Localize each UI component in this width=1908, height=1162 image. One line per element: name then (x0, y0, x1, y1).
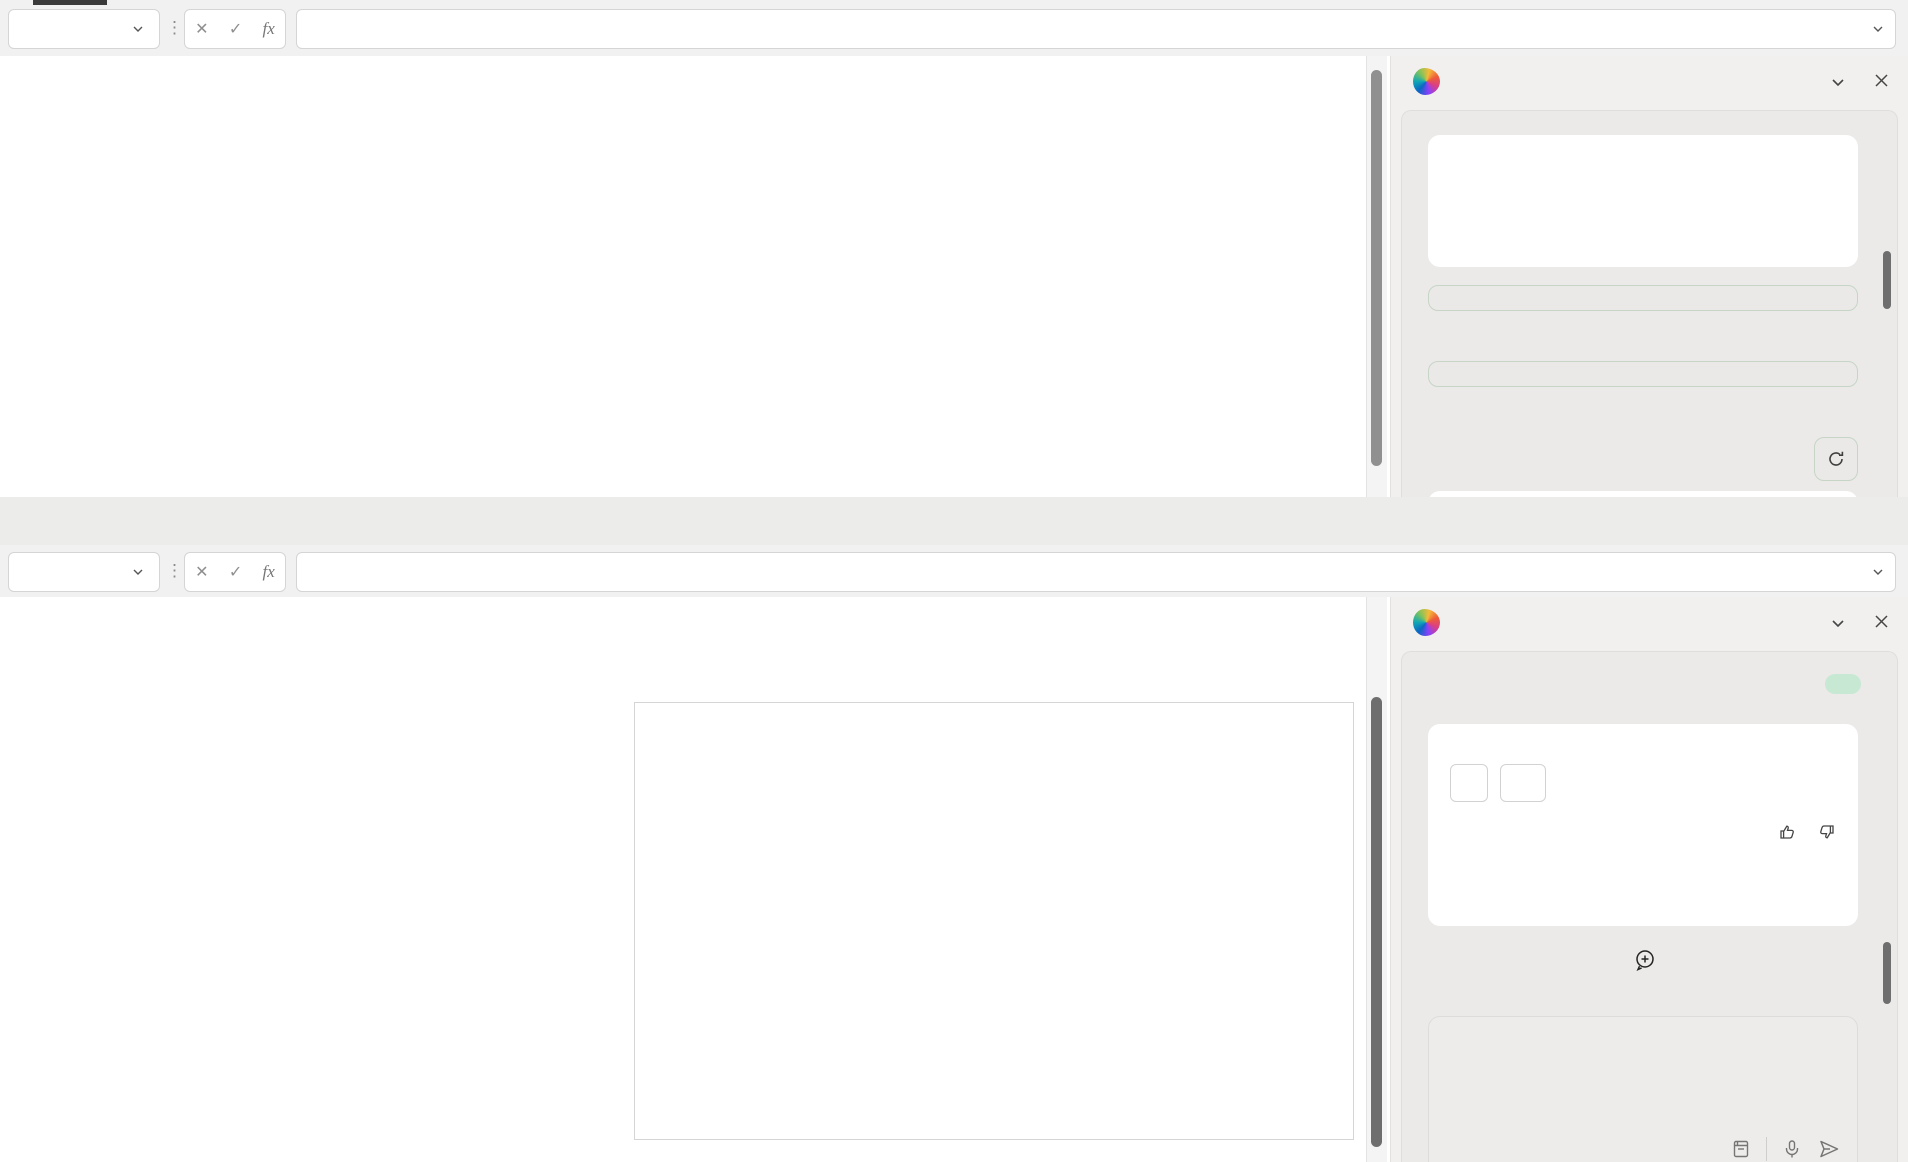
drag-handle-icon: ⋮ (166, 9, 183, 47)
drag-handle-icon: ⋮ (166, 552, 183, 590)
panel-scrollbar-thumb[interactable] (1883, 942, 1891, 1004)
ribbon-remnant (33, 0, 107, 5)
pivot-chart[interactable] (634, 702, 1354, 1140)
copilot-logo-icon (1413, 68, 1440, 95)
copilot-chat-surface-top (1401, 110, 1898, 497)
change-topic-button[interactable] (1402, 948, 1897, 972)
name-box-bottom-input[interactable] (21, 563, 129, 582)
excel-split-view-with-copilot: ⋮ ✕ ✓ fx (0, 0, 1908, 1162)
formula-bar-top: ⋮ ✕ ✓ fx (0, 0, 1908, 56)
expand-formula-bar-icon[interactable] (1871, 565, 1885, 579)
confirm-icon[interactable]: ✓ (229, 19, 242, 39)
confirm-icon[interactable]: ✓ (229, 562, 242, 582)
top-sheet-grid (0, 56, 1390, 497)
send-icon[interactable] (1817, 1137, 1841, 1161)
copilot-logo-icon (1413, 609, 1440, 636)
suggestion-chip-2[interactable] (1428, 361, 1858, 387)
cancel-icon[interactable]: ✕ (195, 562, 208, 582)
vertical-scrollbar-top[interactable] (1366, 56, 1387, 497)
collapse-panel-icon[interactable] (1829, 73, 1847, 91)
insert-function-icon[interactable]: fx (263, 562, 275, 582)
thumbs-up-icon[interactable] (1778, 822, 1798, 842)
formula-actions-bottom: ✕ ✓ fx (184, 552, 286, 592)
collapse-panel-icon[interactable] (1829, 614, 1847, 632)
vertical-scrollbar-bottom[interactable] (1366, 597, 1387, 1162)
undo-button[interactable] (1500, 764, 1546, 802)
formula-bar-bottom: ⋮ ✕ ✓ fx (0, 545, 1908, 597)
close-panel-icon[interactable] (1873, 613, 1890, 630)
chevron-down-icon[interactable] (131, 22, 145, 36)
name-box-top-input[interactable] (21, 20, 129, 39)
scrollbar-thumb[interactable] (1371, 70, 1382, 466)
copilot-chat-surface-bottom (1401, 651, 1898, 1162)
assistant-message-card (1428, 724, 1858, 926)
copilot-panel-bottom (1390, 597, 1908, 1162)
copilot-input[interactable] (1451, 1041, 1835, 1115)
refresh-suggestions-button[interactable] (1814, 437, 1858, 481)
prompt-library-icon[interactable] (1730, 1138, 1752, 1160)
refresh-icon (1826, 449, 1846, 469)
panel-scrollbar-thumb[interactable] (1883, 251, 1891, 309)
name-box-top[interactable] (8, 9, 160, 49)
partial-card (1428, 491, 1858, 497)
bottom-sheet-grid (0, 597, 1390, 1162)
copilot-input-card[interactable] (1428, 1016, 1858, 1162)
chevron-down-icon[interactable] (131, 565, 145, 579)
formula-actions-top: ✕ ✓ fx (184, 9, 286, 49)
user-message-bubble (1825, 674, 1861, 694)
scrollbar-thumb[interactable] (1371, 697, 1382, 1147)
formula-input-bottom-field[interactable] (309, 562, 1871, 582)
go-back-to-table-button[interactable] (1450, 764, 1488, 802)
mic-icon[interactable] (1781, 1138, 1803, 1160)
copilot-panel-top (1390, 56, 1908, 497)
divider (1766, 1137, 1767, 1161)
new-topic-icon (1633, 948, 1657, 972)
chart-suggestion-card[interactable] (1428, 135, 1858, 267)
copilot-header-bottom (1391, 597, 1908, 649)
formula-input-top[interactable] (296, 9, 1896, 49)
expand-formula-bar-icon[interactable] (1871, 22, 1885, 36)
name-box-bottom[interactable] (8, 552, 160, 592)
suggestion-chip-1[interactable] (1428, 285, 1858, 311)
thumbs-down-icon[interactable] (1816, 822, 1836, 842)
close-panel-icon[interactable] (1873, 72, 1890, 89)
copilot-header-top (1391, 56, 1908, 108)
formula-input-top-field[interactable] (309, 19, 1871, 39)
insert-function-icon[interactable]: fx (263, 19, 275, 39)
formula-input-bottom[interactable] (296, 552, 1896, 592)
cancel-icon[interactable]: ✕ (195, 19, 208, 39)
